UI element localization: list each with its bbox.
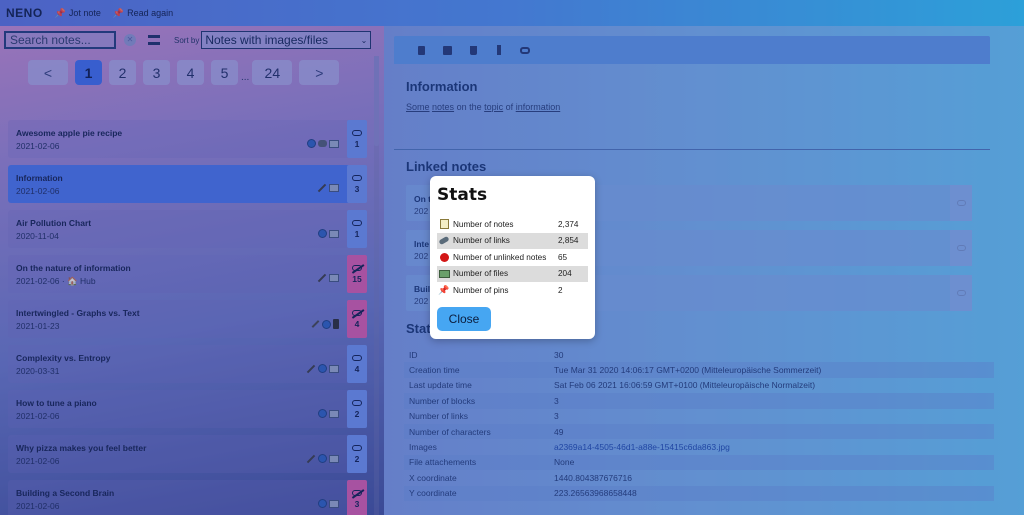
- dialog-title: Stats: [437, 185, 488, 205]
- stats-dialog-icon-cell: [437, 236, 451, 246]
- stats-dialog-value: 65: [558, 252, 568, 262]
- stats-dialog-icon-cell: 📌: [437, 285, 451, 295]
- stats-dialog-row: 📌 Number of pins 2: [437, 282, 588, 299]
- stats-dialog-value: 2,854: [558, 236, 579, 246]
- stats-dialog-row: Number of unlinked notes 65: [437, 249, 588, 266]
- pushpin-icon: 📌: [438, 285, 450, 296]
- stats-dialog-value: 204: [558, 269, 572, 279]
- stats-dialog-label: Number of notes: [453, 219, 514, 229]
- stats-dialog-label: Number of pins: [453, 285, 509, 295]
- memo-icon: [439, 219, 449, 230]
- stats-dialog-row: Number of files 204: [437, 265, 588, 282]
- files-icon: [438, 269, 450, 278]
- close-button[interactable]: Close: [437, 307, 491, 331]
- stats-dialog: Stats Number of notes 2,374 Number of link…: [430, 176, 595, 339]
- stats-dialog-icon-cell: [437, 269, 451, 278]
- stats-dialog-table: Number of notes 2,374 Number of links 2,854…: [437, 216, 588, 299]
- stats-dialog-label: Number of files: [453, 269, 509, 279]
- stats-dialog-row: Number of notes 2,374: [437, 216, 588, 233]
- stats-dialog-label: Number of links: [453, 236, 510, 246]
- stats-dialog-value: 2,374: [558, 219, 579, 229]
- stats-dialog-icon-cell: [437, 252, 451, 262]
- red-circle-icon: [439, 252, 449, 262]
- link-icon: [438, 236, 450, 246]
- stats-dialog-value: 2: [558, 285, 563, 295]
- stats-dialog-label: Number of unlinked notes: [453, 252, 547, 262]
- stats-dialog-icon-cell: [437, 219, 451, 230]
- stats-dialog-row: Number of links 2,854: [437, 232, 588, 249]
